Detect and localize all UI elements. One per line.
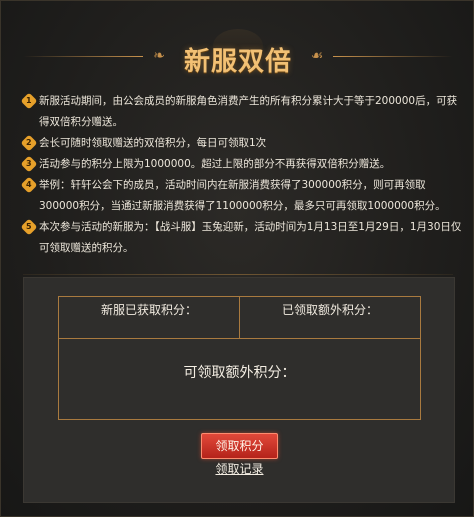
rule-item: 1 新服活动期间，由公会成员的新服角色消费产生的所有积分累计大于等于200000…	[20, 91, 463, 133]
claimable-points-label: 可领取额外积分：	[183, 365, 296, 381]
points-table: 新服已获取积分： 已领取额外积分： 可领取额外积分：	[58, 296, 421, 420]
number-badge-icon: 3	[20, 155, 38, 173]
number-badge-icon: 4	[20, 176, 38, 194]
number-badge-icon: 2	[20, 134, 38, 152]
rule-item: 3 活动参与的积分上限为1000000。超过上限的部分不再获得双倍积分赠送。	[20, 154, 463, 175]
claim-record-link[interactable]: 领取记录	[201, 460, 278, 477]
title-banner: ❧ ☙ 新服双倍	[1, 29, 474, 89]
rule-item: 4 举例：轩轩公会下的成员，活动时间内在新服消费获得了300000积分，则可再领…	[20, 175, 463, 217]
event-panel: ❧ ☙ 新服双倍 1 新服活动期间，由公会成员的新服角色消费产生的所有积分累计大…	[0, 0, 474, 517]
number-badge-icon: 5	[20, 218, 38, 236]
rule-text: 本次参与活动的新服为：【战斗服】玉兔迎新，活动时间为1月13日至1月29日，1月…	[39, 221, 462, 254]
claimed-points-label: 已领取额外积分：	[281, 303, 378, 317]
points-card: 新服已获取积分： 已领取额外积分： 可领取额外积分： 领取积分 领取记录	[23, 277, 455, 503]
obtained-points-label: 新服已获取积分：	[59, 297, 240, 338]
rules-list: 1 新服活动期间，由公会成员的新服角色消费产生的所有积分累计大于等于200000…	[20, 91, 463, 259]
page-title: 新服双倍	[183, 47, 292, 77]
points-header-row: 新服已获取积分： 已领取额外积分：	[59, 297, 420, 339]
rule-text: 活动参与的积分上限为1000000。超过上限的部分不再获得双倍积分赠送。	[39, 158, 391, 170]
rule-text: 会长可随时领取赠送的双倍积分，每日可领取1次	[39, 137, 267, 149]
rule-item: 2 会长可随时领取赠送的双倍积分，每日可领取1次	[20, 133, 463, 154]
rule-item: 5 本次参与活动的新服为：【战斗服】玉兔迎新，活动时间为1月13日至1月29日，…	[20, 217, 463, 259]
number-badge-icon: 1	[20, 92, 38, 110]
rule-text: 举例：轩轩公会下的成员，活动时间内在新服消费获得了300000积分，则可再领取3…	[39, 179, 446, 212]
rule-text: 新服活动期间，由公会成员的新服角色消费产生的所有积分累计大于等于200000后，…	[39, 95, 458, 128]
section-divider	[23, 274, 453, 275]
claim-points-button[interactable]: 领取积分	[201, 433, 278, 459]
